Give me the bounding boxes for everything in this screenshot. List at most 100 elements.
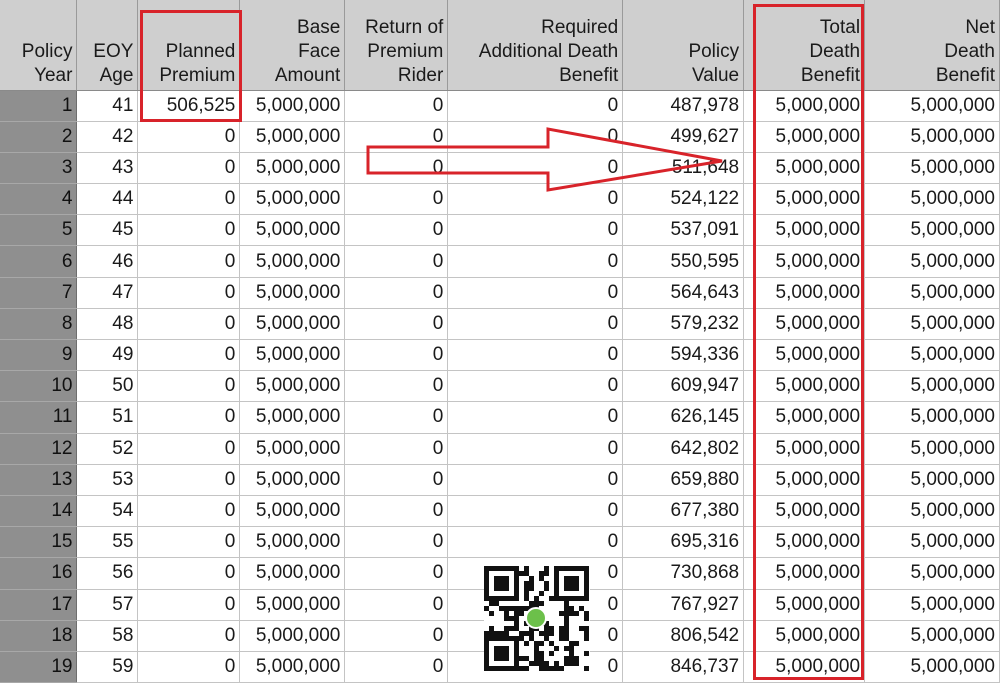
cell-net[interactable]: 5,000,000: [864, 495, 1000, 528]
cell-rop[interactable]: 0: [344, 464, 449, 496]
cell-total[interactable]: 5,000,000: [743, 308, 866, 341]
cell-rop[interactable]: 0: [344, 526, 449, 559]
cell-age[interactable]: 52: [76, 433, 139, 465]
cell-year[interactable]: 16: [0, 557, 78, 590]
cell-face[interactable]: 5,000,000: [239, 433, 346, 465]
cell-rop[interactable]: 0: [344, 589, 449, 621]
cell-net[interactable]: 5,000,000: [864, 152, 1000, 185]
cell-age[interactable]: 47: [76, 277, 139, 309]
cell-year[interactable]: 4: [0, 183, 78, 216]
cell-rop[interactable]: 0: [344, 370, 449, 403]
cell-addl[interactable]: 0: [447, 245, 624, 278]
cell-addl[interactable]: 0: [447, 214, 624, 247]
cell-rop[interactable]: 0: [344, 339, 449, 372]
cell-addl[interactable]: 0: [447, 339, 624, 372]
cell-face[interactable]: 5,000,000: [239, 183, 346, 216]
cell-age[interactable]: 41: [76, 90, 139, 122]
cell-net[interactable]: 5,000,000: [864, 90, 1000, 122]
cell-rop[interactable]: 0: [344, 121, 449, 153]
cell-net[interactable]: 5,000,000: [864, 557, 1000, 590]
cell-year[interactable]: 10: [0, 370, 78, 403]
cell-face[interactable]: 5,000,000: [239, 339, 346, 372]
cell-premium[interactable]: 0: [137, 121, 241, 153]
cell-value[interactable]: 695,316: [622, 526, 745, 559]
cell-net[interactable]: 5,000,000: [864, 214, 1000, 247]
cell-age[interactable]: 55: [76, 526, 139, 559]
cell-net[interactable]: 5,000,000: [864, 526, 1000, 559]
cell-year[interactable]: 14: [0, 495, 78, 528]
cell-rop[interactable]: 0: [344, 651, 449, 683]
cell-face[interactable]: 5,000,000: [239, 557, 346, 590]
cell-face[interactable]: 5,000,000: [239, 370, 346, 403]
cell-addl[interactable]: 0: [447, 90, 624, 122]
cell-value[interactable]: 594,336: [622, 339, 745, 372]
cell-addl[interactable]: 0: [447, 526, 624, 559]
cell-rop[interactable]: 0: [344, 308, 449, 341]
cell-premium[interactable]: 0: [137, 152, 241, 185]
cell-net[interactable]: 5,000,000: [864, 245, 1000, 278]
cell-premium[interactable]: 0: [137, 277, 241, 309]
cell-age[interactable]: 46: [76, 245, 139, 278]
cell-addl[interactable]: 0: [447, 401, 624, 434]
cell-total[interactable]: 5,000,000: [743, 495, 866, 528]
cell-value[interactable]: 677,380: [622, 495, 745, 528]
cell-net[interactable]: 5,000,000: [864, 620, 1000, 652]
cell-net[interactable]: 5,000,000: [864, 277, 1000, 309]
cell-addl[interactable]: 0: [447, 277, 624, 309]
cell-addl[interactable]: 0: [447, 152, 624, 185]
cell-age[interactable]: 54: [76, 495, 139, 528]
cell-age[interactable]: 48: [76, 308, 139, 341]
cell-rop[interactable]: 0: [344, 433, 449, 465]
cell-premium[interactable]: 0: [137, 245, 241, 278]
cell-year[interactable]: 3: [0, 152, 78, 185]
cell-total[interactable]: 5,000,000: [743, 370, 866, 403]
cell-face[interactable]: 5,000,000: [239, 464, 346, 496]
cell-year[interactable]: 8: [0, 308, 78, 341]
cell-addl[interactable]: 0: [447, 121, 624, 153]
cell-year[interactable]: 13: [0, 464, 78, 496]
cell-total[interactable]: 5,000,000: [743, 339, 866, 372]
cell-year[interactable]: 11: [0, 401, 78, 434]
cell-total[interactable]: 5,000,000: [743, 152, 866, 185]
cell-age[interactable]: 45: [76, 214, 139, 247]
cell-face[interactable]: 5,000,000: [239, 620, 346, 652]
cell-addl[interactable]: 0: [447, 495, 624, 528]
cell-total[interactable]: 5,000,000: [743, 620, 866, 652]
cell-value[interactable]: 487,978: [622, 90, 745, 122]
cell-value[interactable]: 511,648: [622, 152, 745, 185]
cell-age[interactable]: 43: [76, 152, 139, 185]
cell-net[interactable]: 5,000,000: [864, 121, 1000, 153]
cell-net[interactable]: 5,000,000: [864, 339, 1000, 372]
cell-net[interactable]: 5,000,000: [864, 433, 1000, 465]
cell-premium[interactable]: 0: [137, 214, 241, 247]
cell-rop[interactable]: 0: [344, 495, 449, 528]
cell-total[interactable]: 5,000,000: [743, 90, 866, 122]
cell-year[interactable]: 5: [0, 214, 78, 247]
cell-value[interactable]: 524,122: [622, 183, 745, 216]
cell-addl[interactable]: 0: [447, 370, 624, 403]
cell-net[interactable]: 5,000,000: [864, 308, 1000, 341]
cell-rop[interactable]: 0: [344, 214, 449, 247]
cell-rop[interactable]: 0: [344, 245, 449, 278]
cell-net[interactable]: 5,000,000: [864, 651, 1000, 683]
cell-value[interactable]: 579,232: [622, 308, 745, 341]
cell-age[interactable]: 49: [76, 339, 139, 372]
cell-total[interactable]: 5,000,000: [743, 433, 866, 465]
cell-premium[interactable]: 0: [137, 183, 241, 216]
cell-value[interactable]: 806,542: [622, 620, 745, 652]
cell-face[interactable]: 5,000,000: [239, 308, 346, 341]
cell-total[interactable]: 5,000,000: [743, 401, 866, 434]
cell-face[interactable]: 5,000,000: [239, 90, 346, 122]
cell-value[interactable]: 550,595: [622, 245, 745, 278]
cell-age[interactable]: 58: [76, 620, 139, 652]
cell-rop[interactable]: 0: [344, 183, 449, 216]
cell-face[interactable]: 5,000,000: [239, 651, 346, 683]
cell-rop[interactable]: 0: [344, 557, 449, 590]
cell-net[interactable]: 5,000,000: [864, 370, 1000, 403]
cell-premium[interactable]: 0: [137, 557, 241, 590]
cell-premium[interactable]: 0: [137, 370, 241, 403]
cell-age[interactable]: 44: [76, 183, 139, 216]
cell-value[interactable]: 537,091: [622, 214, 745, 247]
cell-value[interactable]: 609,947: [622, 370, 745, 403]
cell-addl[interactable]: 0: [447, 433, 624, 465]
